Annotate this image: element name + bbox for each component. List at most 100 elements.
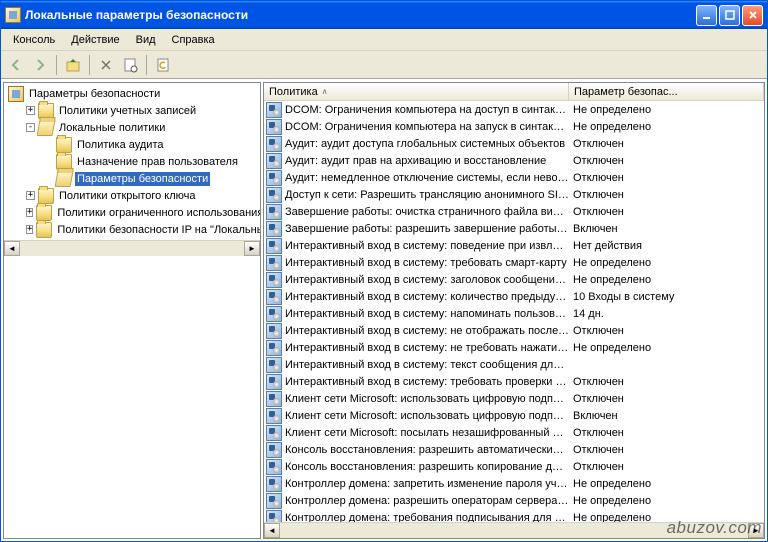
policy-name: Интерактивный вход в систему: текст сооб… <box>285 359 569 371</box>
collapse-icon[interactable]: - <box>26 123 35 132</box>
menu-help[interactable]: Справка <box>164 32 223 48</box>
refresh-button[interactable] <box>152 54 174 76</box>
expand-icon[interactable]: + <box>26 191 35 200</box>
policy-icon <box>266 442 282 458</box>
tree-item[interactable]: +Политики открытого ключа <box>4 187 260 204</box>
policy-name: Интерактивный вход в систему: заголовок … <box>285 274 569 286</box>
policy-name: Аудит: аудит доступа глобальных системны… <box>285 138 565 150</box>
policy-value: Отключен <box>569 172 764 184</box>
policy-name: Консоль восстановления: разрешить копиро… <box>285 461 569 473</box>
policy-name: Интерактивный вход в систему: количество… <box>285 291 569 303</box>
up-button[interactable] <box>62 54 84 76</box>
tree-item[interactable]: + Политики ограниченного использования пр… <box>4 204 260 221</box>
policy-value: Отключен <box>569 393 764 405</box>
titlebar[interactable]: Локальные параметры безопасности <box>1 1 767 29</box>
menubar: Консоль Действие Вид Справка <box>1 29 767 51</box>
policy-icon <box>266 119 282 135</box>
window: Локальные параметры безопасности Консоль… <box>0 0 768 542</box>
list-row[interactable]: DCOM: Ограничения компьютера на запуск в… <box>264 118 764 135</box>
list-row[interactable]: Интерактивный вход в систему: не отображ… <box>264 322 764 339</box>
tree-pane[interactable]: Параметры безопасности + Политики учетных… <box>3 82 261 539</box>
scroll-left-icon[interactable]: ◄ <box>4 241 20 256</box>
maximize-button[interactable] <box>719 5 740 26</box>
forward-button[interactable] <box>29 54 51 76</box>
expand-icon[interactable]: + <box>26 208 33 217</box>
list-row[interactable]: Завершение работы: разрешить завершение … <box>264 220 764 237</box>
tree-root-label: Параметры безопасности <box>27 87 162 101</box>
list-row[interactable]: Интерактивный вход в систему: текст сооб… <box>264 356 764 373</box>
list-row[interactable]: Интерактивный вход в систему: количество… <box>264 288 764 305</box>
list-row[interactable]: Контроллер домена: разрешить операторам … <box>264 492 764 509</box>
policy-icon <box>266 136 282 152</box>
list-row[interactable]: Интерактивный вход в систему: поведение … <box>264 237 764 254</box>
tree-item[interactable]: +Политики безопасности IP на "Локальный … <box>4 221 260 238</box>
list-row[interactable]: DCOM: Ограничения компьютера на доступ в… <box>264 101 764 118</box>
policy-value: Отключен <box>569 461 764 473</box>
list-row[interactable]: Интерактивный вход в систему: требовать … <box>264 373 764 390</box>
scroll-track[interactable] <box>20 241 244 256</box>
list-row[interactable]: Консоль восстановления: разрешить автома… <box>264 441 764 458</box>
list-row[interactable]: Клиент сети Microsoft: использовать цифр… <box>264 407 764 424</box>
client-area: Параметры безопасности + Политики учетных… <box>1 79 767 541</box>
list-row[interactable]: Интерактивный вход в систему: напоминать… <box>264 305 764 322</box>
list-row[interactable]: Консоль восстановления: разрешить копиро… <box>264 458 764 475</box>
column-policy[interactable]: Политика ∧ <box>264 83 569 100</box>
tree-root[interactable]: Параметры безопасности <box>4 85 260 102</box>
tree-item-label: Назначение прав пользователя <box>75 155 240 169</box>
policy-icon <box>266 408 282 424</box>
list-row[interactable]: Аудит: аудит доступа глобальных системны… <box>264 135 764 152</box>
policy-icon <box>266 221 282 237</box>
expand-icon[interactable]: + <box>26 106 35 115</box>
minimize-button[interactable] <box>696 5 717 26</box>
toolbar-separator <box>146 55 147 75</box>
policy-value: Отключен <box>569 155 764 167</box>
tree-item-label: Политики ограниченного использования про… <box>55 206 261 220</box>
list-row[interactable]: Завершение работы: очистка страничного ф… <box>264 203 764 220</box>
scroll-left-icon[interactable]: ◄ <box>264 523 280 538</box>
policy-icon <box>266 204 282 220</box>
list-row[interactable]: Клиент сети Microsoft: посылать незашифр… <box>264 424 764 441</box>
column-value[interactable]: Параметр безопас... <box>569 83 764 100</box>
tree-item-label: Политика аудита <box>75 138 165 152</box>
list-row[interactable]: Аудит: немедленное отключение системы, е… <box>264 169 764 186</box>
back-button[interactable] <box>5 54 27 76</box>
tree-item[interactable]: Назначение прав пользователя <box>4 153 260 170</box>
list-row[interactable]: Аудит: аудит прав на архивацию и восстан… <box>264 152 764 169</box>
tree-item-label: Политики учетных записей <box>57 104 198 118</box>
list-row[interactable]: Доступ к сети: Разрешить трансляцию анон… <box>264 186 764 203</box>
policy-icon <box>266 238 282 254</box>
tree-toggle-empty <box>44 140 53 149</box>
policy-name: DCOM: Ограничения компьютера на запуск в… <box>285 121 569 133</box>
close-button[interactable] <box>742 5 763 26</box>
policy-icon <box>266 374 282 390</box>
policy-value: Отключен <box>569 206 764 218</box>
policy-value: 14 дн. <box>569 308 764 320</box>
menu-view[interactable]: Вид <box>128 32 164 48</box>
list-row[interactable]: Интерактивный вход в систему: не требова… <box>264 339 764 356</box>
policy-icon <box>266 187 282 203</box>
list-row[interactable]: Интерактивный вход в систему: требовать … <box>264 254 764 271</box>
tree-item-label: Параметры безопасности <box>75 172 210 186</box>
policy-value: Отключен <box>569 325 764 337</box>
tree-toggle-empty <box>44 174 53 183</box>
column-value-label: Параметр безопас... <box>574 86 678 98</box>
policy-value: Отключен <box>569 189 764 201</box>
menu-console[interactable]: Консоль <box>5 32 63 48</box>
list-body[interactable]: DCOM: Ограничения компьютера на доступ в… <box>264 101 764 522</box>
policy-icon <box>266 323 282 339</box>
expand-icon[interactable]: + <box>26 225 33 234</box>
list-row[interactable]: Интерактивный вход в систему: заголовок … <box>264 271 764 288</box>
tree-item[interactable]: Параметры безопасности <box>4 170 260 187</box>
delete-button[interactable] <box>95 54 117 76</box>
list-row[interactable]: Клиент сети Microsoft: использовать цифр… <box>264 390 764 407</box>
policy-name: Интерактивный вход в систему: не отображ… <box>285 325 569 337</box>
scroll-right-icon[interactable]: ► <box>244 241 260 256</box>
tree-item[interactable]: -Локальные политики <box>4 119 260 136</box>
tree-hscrollbar[interactable]: ◄ ► <box>4 240 260 256</box>
menu-action[interactable]: Действие <box>63 32 127 48</box>
list-row[interactable]: Контроллер домена: запретить изменение п… <box>264 475 764 492</box>
list-header: Политика ∧ Параметр безопас... <box>264 83 764 101</box>
tree-item[interactable]: Политика аудита <box>4 136 260 153</box>
properties-button[interactable] <box>119 54 141 76</box>
policy-icon <box>266 476 282 492</box>
